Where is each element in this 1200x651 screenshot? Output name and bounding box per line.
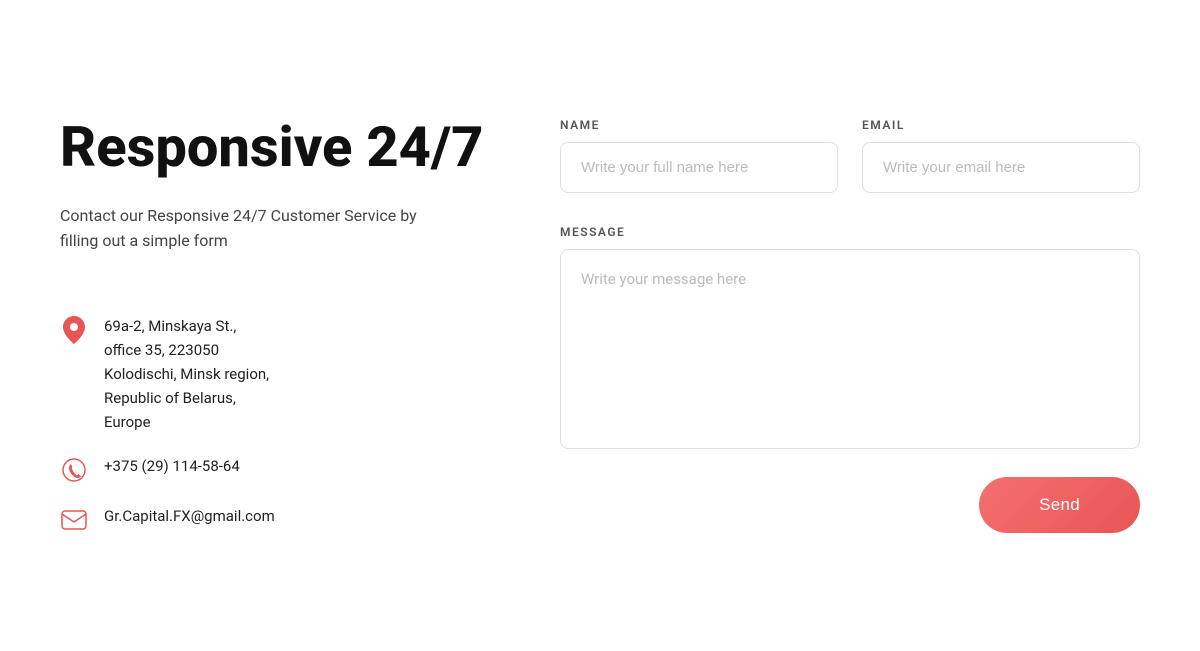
name-group: NAME bbox=[560, 118, 838, 193]
page-subtitle: Contact our Responsive 24/7 Customer Ser… bbox=[60, 203, 440, 254]
phone-item: +375 (29) 114-58-64 bbox=[60, 454, 500, 484]
address-text: 69a-2, Minskaya St., office 35, 223050 K… bbox=[104, 314, 269, 434]
page-title: Responsive 24/7 bbox=[60, 117, 500, 179]
contact-info: 69a-2, Minskaya St., office 35, 223050 K… bbox=[60, 314, 500, 534]
name-label: NAME bbox=[560, 118, 838, 132]
page-container: Responsive 24/7 Contact our Responsive 2… bbox=[0, 0, 1200, 651]
send-button[interactable]: Send bbox=[979, 477, 1140, 533]
phone-text: +375 (29) 114-58-64 bbox=[104, 454, 240, 478]
email-input[interactable] bbox=[862, 142, 1140, 193]
contact-form: NAME EMAIL MESSAGE Send bbox=[560, 118, 1140, 533]
email-label: EMAIL bbox=[862, 118, 1140, 132]
message-textarea[interactable] bbox=[560, 249, 1140, 449]
email-group: EMAIL bbox=[862, 118, 1140, 193]
message-group: MESSAGE bbox=[560, 225, 1140, 449]
email-icon bbox=[60, 506, 88, 534]
name-email-row: NAME EMAIL bbox=[560, 118, 1140, 193]
name-input[interactable] bbox=[560, 142, 838, 193]
message-label: MESSAGE bbox=[560, 225, 1140, 239]
left-panel: Responsive 24/7 Contact our Responsive 2… bbox=[60, 117, 560, 534]
send-button-row: Send bbox=[560, 477, 1140, 533]
email-text: Gr.Capital.FX@gmail.com bbox=[104, 504, 275, 528]
phone-icon bbox=[60, 456, 88, 484]
pin-icon bbox=[60, 316, 88, 344]
email-item: Gr.Capital.FX@gmail.com bbox=[60, 504, 500, 534]
address-item: 69a-2, Minskaya St., office 35, 223050 K… bbox=[60, 314, 500, 434]
